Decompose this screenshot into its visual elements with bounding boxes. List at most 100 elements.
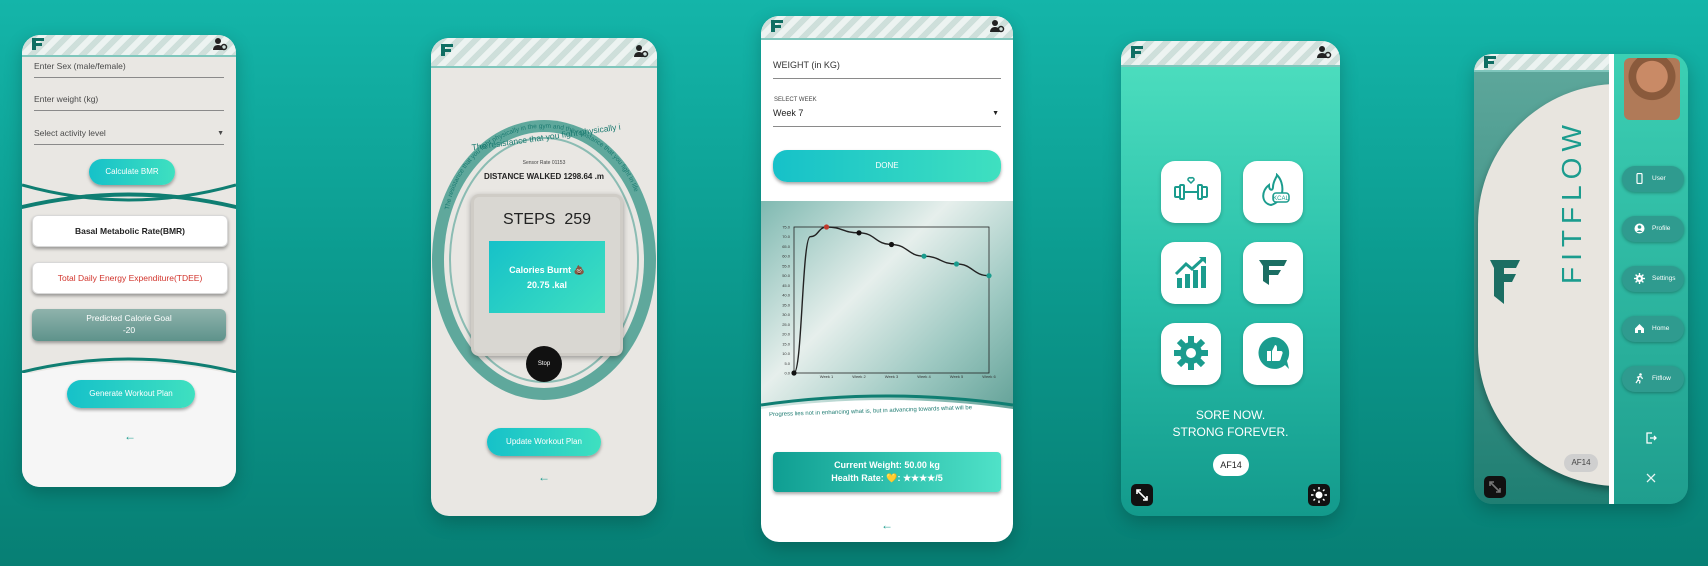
chart-y-tick-label: 55.0 [782, 263, 791, 268]
tdee-card: Total Daily Energy Expenditure(TDEE) [32, 262, 228, 294]
top-bar [761, 16, 1013, 40]
avatar[interactable] [1624, 58, 1680, 120]
top-bar [1121, 41, 1340, 67]
calorie-goal-title: Predicted Calorie Goal [86, 313, 172, 323]
thumbs-up-chat-icon [1258, 336, 1290, 369]
expand-icon [1489, 481, 1501, 493]
activity-select[interactable]: Select activity level ▼ [34, 128, 224, 145]
bmr-card: Basal Metabolic Rate(BMR) [32, 215, 228, 247]
chart-y-tick-label: 65.0 [782, 244, 791, 249]
nav-user[interactable]: User [1622, 166, 1684, 192]
theme-toggle-button[interactable] [1308, 484, 1330, 506]
slogan-line-2: STRONG FOREVER. [1172, 425, 1289, 439]
weight-kg-input[interactable]: WEIGHT (in KG) [773, 60, 1001, 79]
chart-data-point [888, 241, 895, 248]
calories-tile[interactable]: KCAL [1243, 161, 1303, 223]
chart-y-tick-label: 0.0 [784, 371, 790, 376]
chart-data-point [823, 224, 830, 230]
home-grid-screen: KCAL SORE NOW. STRONG FOREVER. AF14 [1121, 41, 1340, 516]
activity-select-label: Select activity level [34, 128, 106, 138]
nav-fitflow[interactable]: Fitflow [1622, 366, 1684, 392]
fitflow-brand-text: FITFLOW [1556, 119, 1587, 284]
chart-y-tick-label: 15.0 [782, 341, 791, 346]
chart-y-tick-label: 50.0 [782, 273, 791, 278]
update-workout-button[interactable]: Update Workout Plan [487, 428, 601, 456]
fitflow-emblem-icon [1490, 260, 1520, 304]
back-arrow-icon[interactable]: ← [881, 518, 893, 532]
health-rate: Health Rate: 💛: ★★★★/5 [831, 473, 943, 483]
user-settings-icon[interactable] [633, 43, 649, 59]
nav-settings-label: Settings [1652, 275, 1676, 282]
weight-tracker-screen: WEIGHT (in KG) SELECT WEEK Week 7 ▼ DONE… [761, 16, 1013, 542]
workout-tile[interactable] [1161, 161, 1221, 223]
current-weight: Current Weight: 50.00 kg [834, 460, 940, 470]
chart-y-tick-label: 40.0 [782, 293, 791, 298]
steps-display: STEPS 259 [474, 211, 620, 229]
chart-y-tick-label: 60.0 [782, 254, 791, 259]
generate-workout-button[interactable]: Generate Workout Plan [67, 380, 195, 408]
sensor-rate: Sensor Rate 01153 [522, 160, 566, 166]
sun-icon [1311, 487, 1327, 503]
chart-y-tick-label: 70.0 [782, 234, 791, 239]
user-badge[interactable]: AF14 [1213, 454, 1249, 476]
svg-text:KCAL: KCAL [1273, 196, 1289, 202]
calories-value: 20.75 .kal [526, 280, 568, 290]
week-select-caption: SELECT WEEK [774, 97, 817, 103]
side-menu: User Profile Settings Home Fitflow [1614, 54, 1688, 504]
chart-x-tick-label: Week 5 [950, 374, 964, 379]
dropdown-arrow-icon: ▼ [992, 110, 999, 117]
chart-series-line [793, 226, 990, 374]
chart-y-tick-label: 75.0 [782, 225, 791, 230]
week-select-value: Week 7 [773, 108, 804, 118]
nav-fitflow-label: Fitflow [1652, 375, 1671, 382]
nav-profile[interactable]: Profile [1622, 216, 1684, 242]
week-select[interactable]: Week 7 ▼ [773, 108, 1001, 127]
step-counter-screen: The resistance that you fight physically… [431, 38, 657, 516]
feedback-tile[interactable] [1243, 323, 1303, 385]
stop-button[interactable]: Stop [526, 346, 562, 382]
flame-kcal-icon: KCAL [1262, 173, 1290, 207]
back-arrow-icon[interactable]: ← [124, 429, 136, 443]
fitflow-logo-icon [441, 44, 453, 56]
user-settings-icon[interactable] [212, 36, 228, 52]
expand-button[interactable] [1131, 484, 1153, 506]
phone-icon [1636, 173, 1643, 184]
user-settings-icon[interactable] [1316, 44, 1332, 60]
expand-button[interactable] [1484, 476, 1506, 498]
sex-input[interactable]: Enter Sex (male/female) [34, 61, 224, 78]
nav-user-label: User [1652, 175, 1666, 182]
slogan: SORE NOW. STRONG FOREVER. [1121, 407, 1340, 441]
chart-x-tick-label: Week 2 [852, 374, 866, 379]
weight-input[interactable]: Enter weight (kg) [34, 94, 224, 111]
home-icon [1635, 324, 1644, 333]
user-settings-icon[interactable] [989, 18, 1005, 34]
chart-data-point [921, 253, 927, 259]
distance-walked: DISTANCE WALKED 1298.64 .m [484, 172, 604, 181]
top-bar [1474, 54, 1609, 72]
gear-icon [1174, 336, 1208, 370]
back-arrow-icon[interactable]: ← [538, 470, 550, 484]
close-icon[interactable] [1646, 473, 1656, 483]
settings-tile[interactable] [1161, 323, 1221, 385]
weight-line-chart: 0.0 5.0 10.0 15.0 20.0 25.0 30.0 35.0 40.0 45.0 50… [782, 224, 997, 379]
chart-y-tick-label: 25.0 [782, 322, 791, 327]
account-icon [1634, 223, 1645, 234]
nav-settings[interactable]: Settings [1622, 266, 1684, 292]
chart-data-point [856, 230, 862, 236]
logout-icon[interactable] [1645, 432, 1657, 444]
fitflow-logo-icon [1131, 46, 1143, 58]
side-menu-screen: FITFLOW AF14 User Profile Settings Home … [1474, 54, 1688, 504]
expand-icon [1136, 489, 1148, 501]
user-badge[interactable]: AF14 [1564, 454, 1598, 472]
chart-data-point [791, 370, 797, 376]
dropdown-arrow-icon: ▼ [217, 130, 224, 137]
nav-home[interactable]: Home [1622, 316, 1684, 342]
progress-tile[interactable] [1161, 242, 1221, 304]
steps-value: 259 [564, 211, 592, 228]
done-button[interactable]: DONE [773, 150, 1001, 182]
fitflow-logo-icon [32, 38, 44, 50]
fitflow-tile[interactable] [1243, 242, 1303, 304]
calories-box: Calories Burnt 💩 20.75 .kal [489, 241, 605, 313]
fitflow-logo-icon [1259, 260, 1287, 285]
weight-summary-card: Current Weight: 50.00 kg Health Rate: 💛:… [773, 452, 1001, 492]
